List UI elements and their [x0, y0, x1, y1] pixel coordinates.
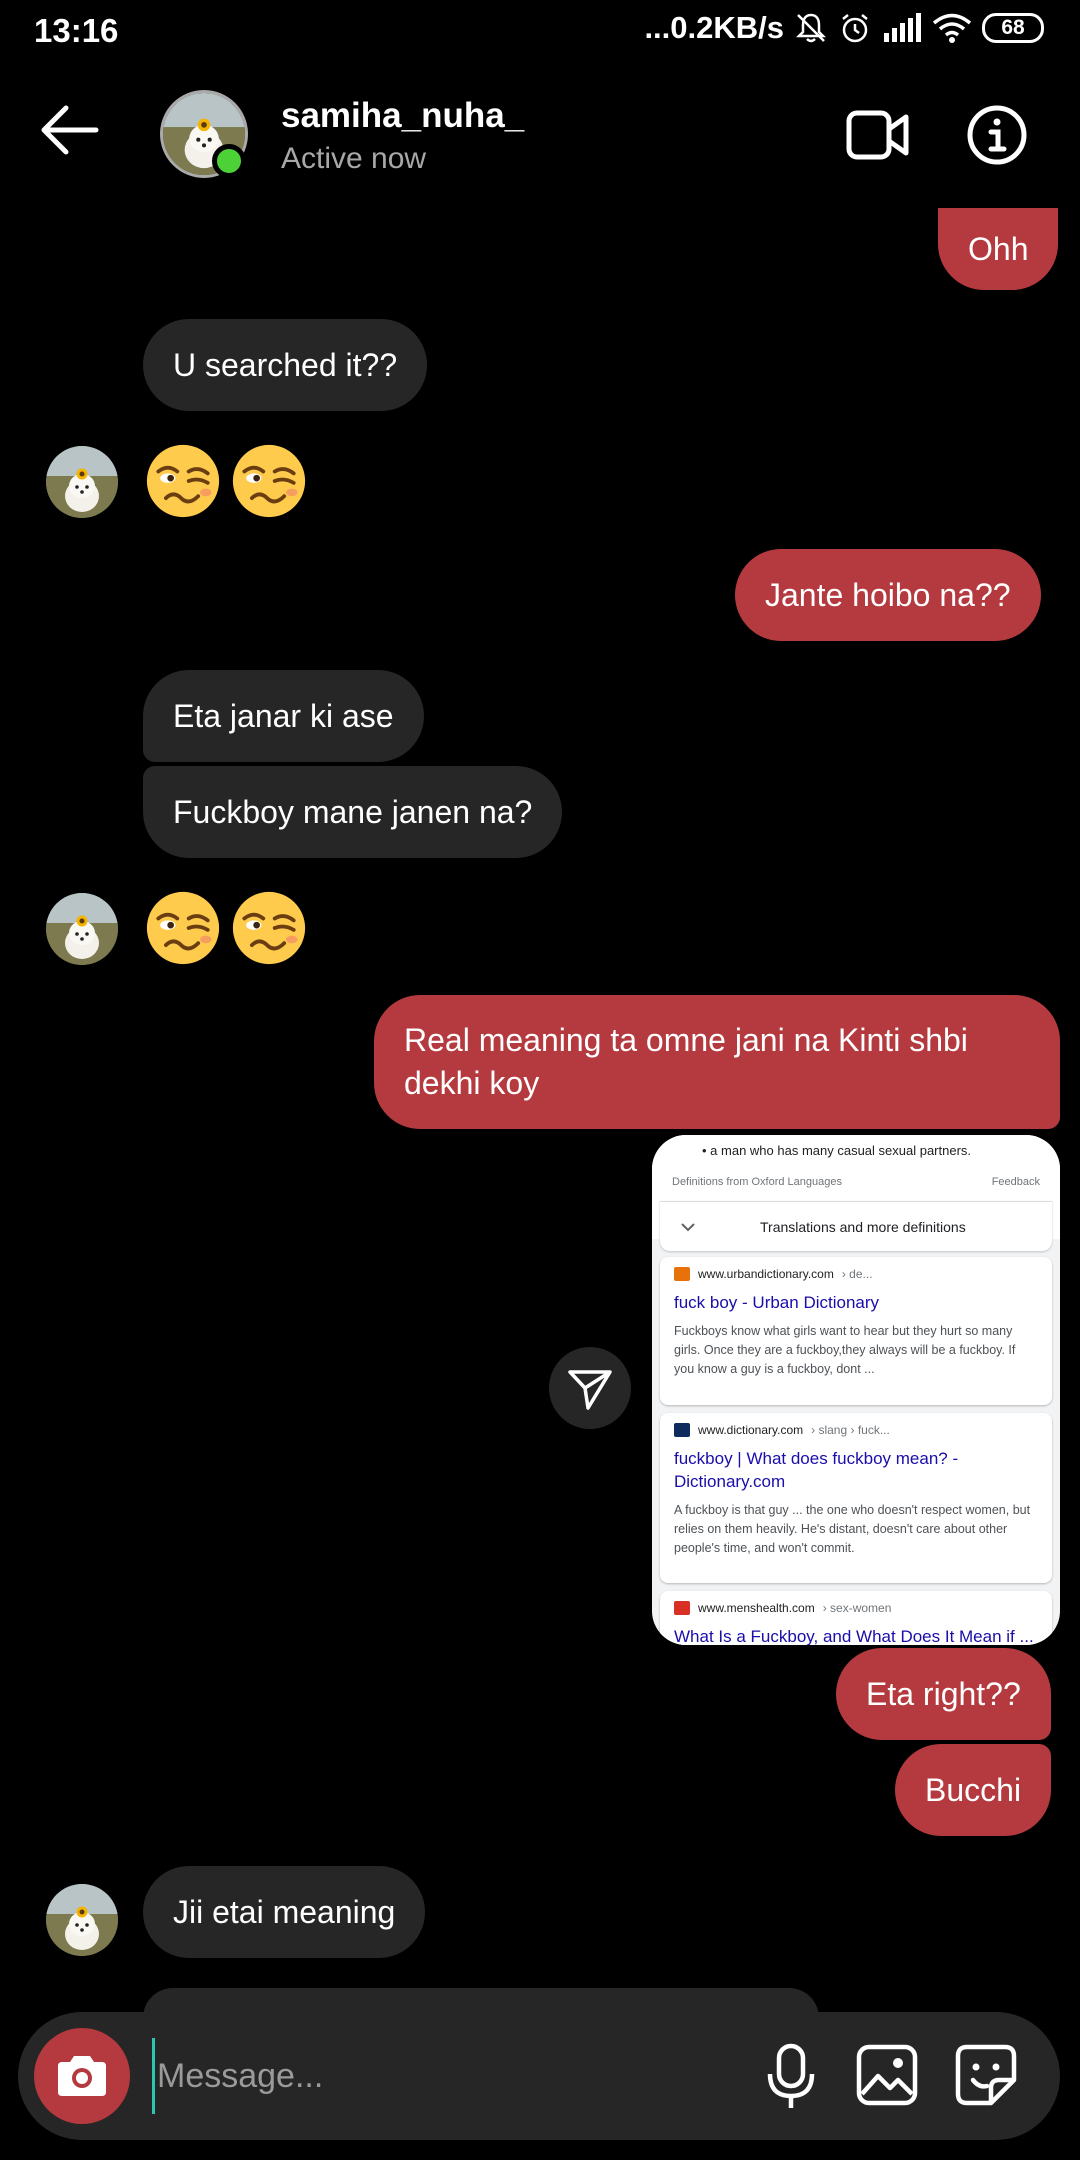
alarm-icon: [838, 11, 872, 45]
definitions-source: Definitions from Oxford Languages: [672, 1176, 842, 1188]
gallery-button[interactable]: [854, 2042, 920, 2108]
search-result: www.urbandictionary.com › de... fuck boy …: [660, 1257, 1052, 1405]
search-result: www.dictionary.com › slang › fuck... fuck…: [660, 1413, 1052, 1583]
site-favicon-icon: [674, 1423, 690, 1437]
sticker-button[interactable]: [953, 2042, 1019, 2108]
message-text: Real meaning ta omne jani na Kinti shbi …: [404, 1022, 968, 1101]
info-button[interactable]: [966, 104, 1028, 166]
feedback-link: Feedback: [991, 1176, 1040, 1188]
search-result: www.menshealth.com › sex-women What Is a …: [660, 1591, 1052, 1645]
message-input[interactable]: [152, 2038, 712, 2114]
result-title: fuckboy | What does fuckboy mean? - Dict…: [674, 1449, 959, 1491]
battery-icon: 68: [982, 13, 1044, 43]
emoji-message[interactable]: [145, 890, 307, 966]
woozy-face-icon: [231, 443, 307, 519]
message-text: Fuckboy mane janen na?: [173, 793, 533, 830]
status-time: 13:16: [34, 12, 119, 49]
message-outgoing[interactable]: Ohh: [938, 208, 1059, 290]
message-incoming[interactable]: U searched it??: [143, 319, 428, 411]
sender-avatar[interactable]: [46, 1884, 118, 1956]
sender-avatar[interactable]: [46, 893, 118, 965]
message-outgoing[interactable]: Eta right??: [836, 1648, 1051, 1740]
site-favicon-icon: [674, 1601, 690, 1615]
result-snippet: A fuckboy is that guy ... the one who do…: [674, 1503, 1031, 1555]
status-bar: 13:16 ...0.2KB/s 68: [0, 0, 1080, 62]
message-outgoing[interactable]: Real meaning ta omne jani na Kinti shbi …: [374, 995, 1060, 1129]
chat-header: samiha_nuha_ Active now: [0, 62, 1080, 210]
result-title: fuck boy - Urban Dictionary: [674, 1293, 880, 1312]
woozy-face-icon: [145, 890, 221, 966]
message-incoming[interactable]: Fuckboy mane janen na?: [143, 766, 563, 858]
message-incoming[interactable]: Eta janar ki ase: [143, 670, 424, 762]
message-composer: [18, 2012, 1060, 2140]
contact-status: Active now: [281, 142, 427, 175]
network-speed: ...0.2KB/s: [644, 10, 784, 45]
emoji-message[interactable]: [145, 443, 307, 519]
message-text: Jante hoibo na??: [765, 576, 1011, 613]
back-button[interactable]: [36, 102, 106, 158]
message-incoming[interactable]: Jii etai meaning: [143, 1866, 426, 1958]
sticker-icon: [955, 2044, 1017, 2106]
woozy-face-icon: [231, 890, 307, 966]
message-outgoing[interactable]: Jante hoibo na??: [735, 549, 1041, 641]
message-text: Ohh: [968, 230, 1029, 267]
shared-image[interactable]: • a man who has many casual sexual partn…: [652, 1135, 1060, 1645]
woozy-face-icon: [145, 443, 221, 519]
message-text: Jii etai meaning: [173, 1893, 396, 1930]
voice-message-button[interactable]: [758, 2042, 824, 2112]
info-icon: [967, 105, 1027, 165]
sender-avatar[interactable]: [46, 446, 118, 518]
site-favicon-icon: [674, 1267, 690, 1281]
back-arrow-icon: [41, 105, 99, 155]
translations-row: Translations and more definitions: [660, 1201, 1052, 1251]
mute-icon: [794, 11, 828, 45]
online-indicator: [212, 144, 246, 178]
wifi-icon: [932, 12, 972, 44]
microphone-icon: [767, 2043, 815, 2108]
share-button[interactable]: [549, 1347, 631, 1429]
video-call-button[interactable]: [846, 107, 910, 163]
message-outgoing[interactable]: Bucchi: [895, 1744, 1052, 1836]
message-text: U searched it??: [173, 346, 398, 383]
message-text: Eta janar ki ase: [173, 697, 394, 734]
chevron-down-icon: [681, 1222, 695, 1231]
signal-icon: [882, 13, 922, 43]
contact-username[interactable]: samiha_nuha_: [281, 96, 524, 136]
image-icon: [856, 2044, 918, 2106]
status-icons: ...0.2KB/s 68: [644, 10, 1044, 46]
camera-button[interactable]: [34, 2028, 130, 2124]
camera-icon: [58, 2056, 106, 2096]
definition-bullet: • a man who has many casual sexual partn…: [702, 1143, 972, 1158]
send-icon: [568, 1370, 612, 1410]
result-title: What Is a Fuckboy, and What Does It Mean…: [674, 1627, 1034, 1645]
result-snippet: Fuckboys know what girls want to hear bu…: [674, 1324, 1016, 1376]
message-text: Bucchi: [925, 1771, 1022, 1808]
message-text: Eta right??: [866, 1675, 1021, 1712]
video-camera-icon: [846, 110, 909, 160]
